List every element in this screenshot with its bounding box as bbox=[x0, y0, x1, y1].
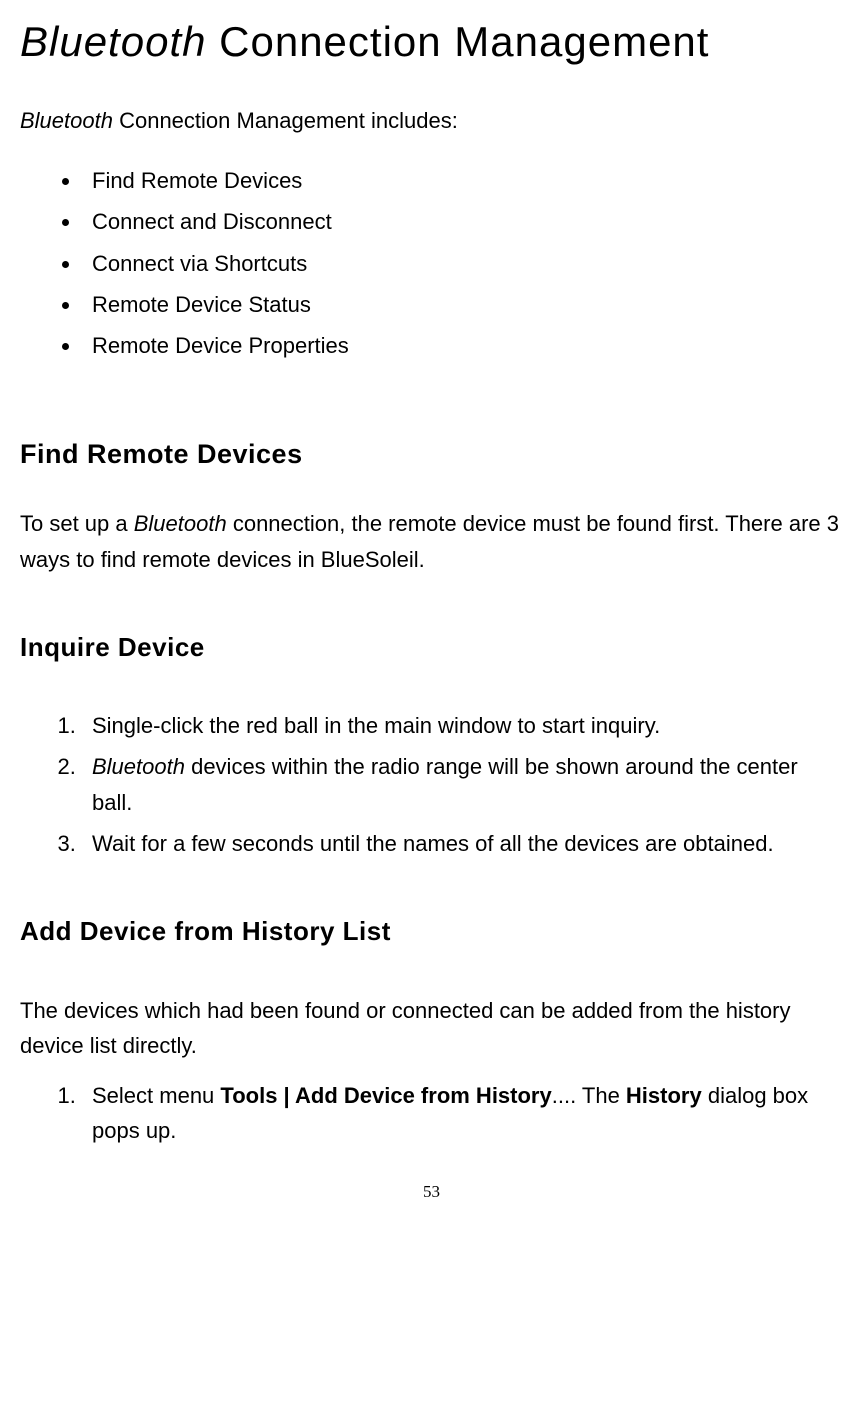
title-italic: Bluetooth bbox=[20, 18, 206, 65]
inquire-item2-italic: Bluetooth bbox=[92, 754, 185, 779]
heading-inquire-device: Inquire Device bbox=[20, 627, 843, 669]
list-item: Remote Device Status bbox=[82, 287, 843, 322]
list-item: Remote Device Properties bbox=[82, 328, 843, 363]
list-item: Bluetooth devices within the radio range… bbox=[82, 749, 843, 819]
inquire-numbered-list: Single-click the red ball in the main wi… bbox=[20, 708, 843, 861]
list-item: Find Remote Devices bbox=[82, 163, 843, 198]
list-item: Wait for a few seconds until the names o… bbox=[82, 826, 843, 861]
heading-add-device-history: Add Device from History List bbox=[20, 911, 843, 953]
intro-italic: Bluetooth bbox=[20, 108, 113, 133]
history-item1-pre: Select menu bbox=[92, 1083, 220, 1108]
page-number: 53 bbox=[20, 1178, 843, 1205]
list-item: Single-click the red ball in the main wi… bbox=[82, 708, 843, 743]
find-paragraph: To set up a Bluetooth connection, the re… bbox=[20, 506, 843, 576]
title-rest: Connection Management bbox=[206, 18, 709, 65]
history-numbered-list: Select menu Tools | Add Device from Hist… bbox=[20, 1078, 843, 1148]
history-item1-bold1: Tools | Add Device from History bbox=[220, 1083, 551, 1108]
history-paragraph: The devices which had been found or conn… bbox=[20, 993, 843, 1063]
find-pre: To set up a bbox=[20, 511, 134, 536]
list-item: Connect and Disconnect bbox=[82, 204, 843, 239]
list-item: Connect via Shortcuts bbox=[82, 246, 843, 281]
inquire-item2-rest: devices within the radio range will be s… bbox=[92, 754, 798, 814]
intro-rest: Connection Management includes: bbox=[113, 108, 458, 133]
find-italic: Bluetooth bbox=[134, 511, 227, 536]
intro-paragraph: Bluetooth Connection Management includes… bbox=[20, 103, 843, 138]
heading-find-remote-devices: Find Remote Devices bbox=[20, 433, 843, 476]
history-item1-mid: .... The bbox=[552, 1083, 626, 1108]
history-item1-bold2: History bbox=[626, 1083, 702, 1108]
page-title: Bluetooth Connection Management bbox=[20, 10, 843, 73]
list-item: Select menu Tools | Add Device from Hist… bbox=[82, 1078, 843, 1148]
includes-bullet-list: Find Remote Devices Connect and Disconne… bbox=[20, 163, 843, 363]
